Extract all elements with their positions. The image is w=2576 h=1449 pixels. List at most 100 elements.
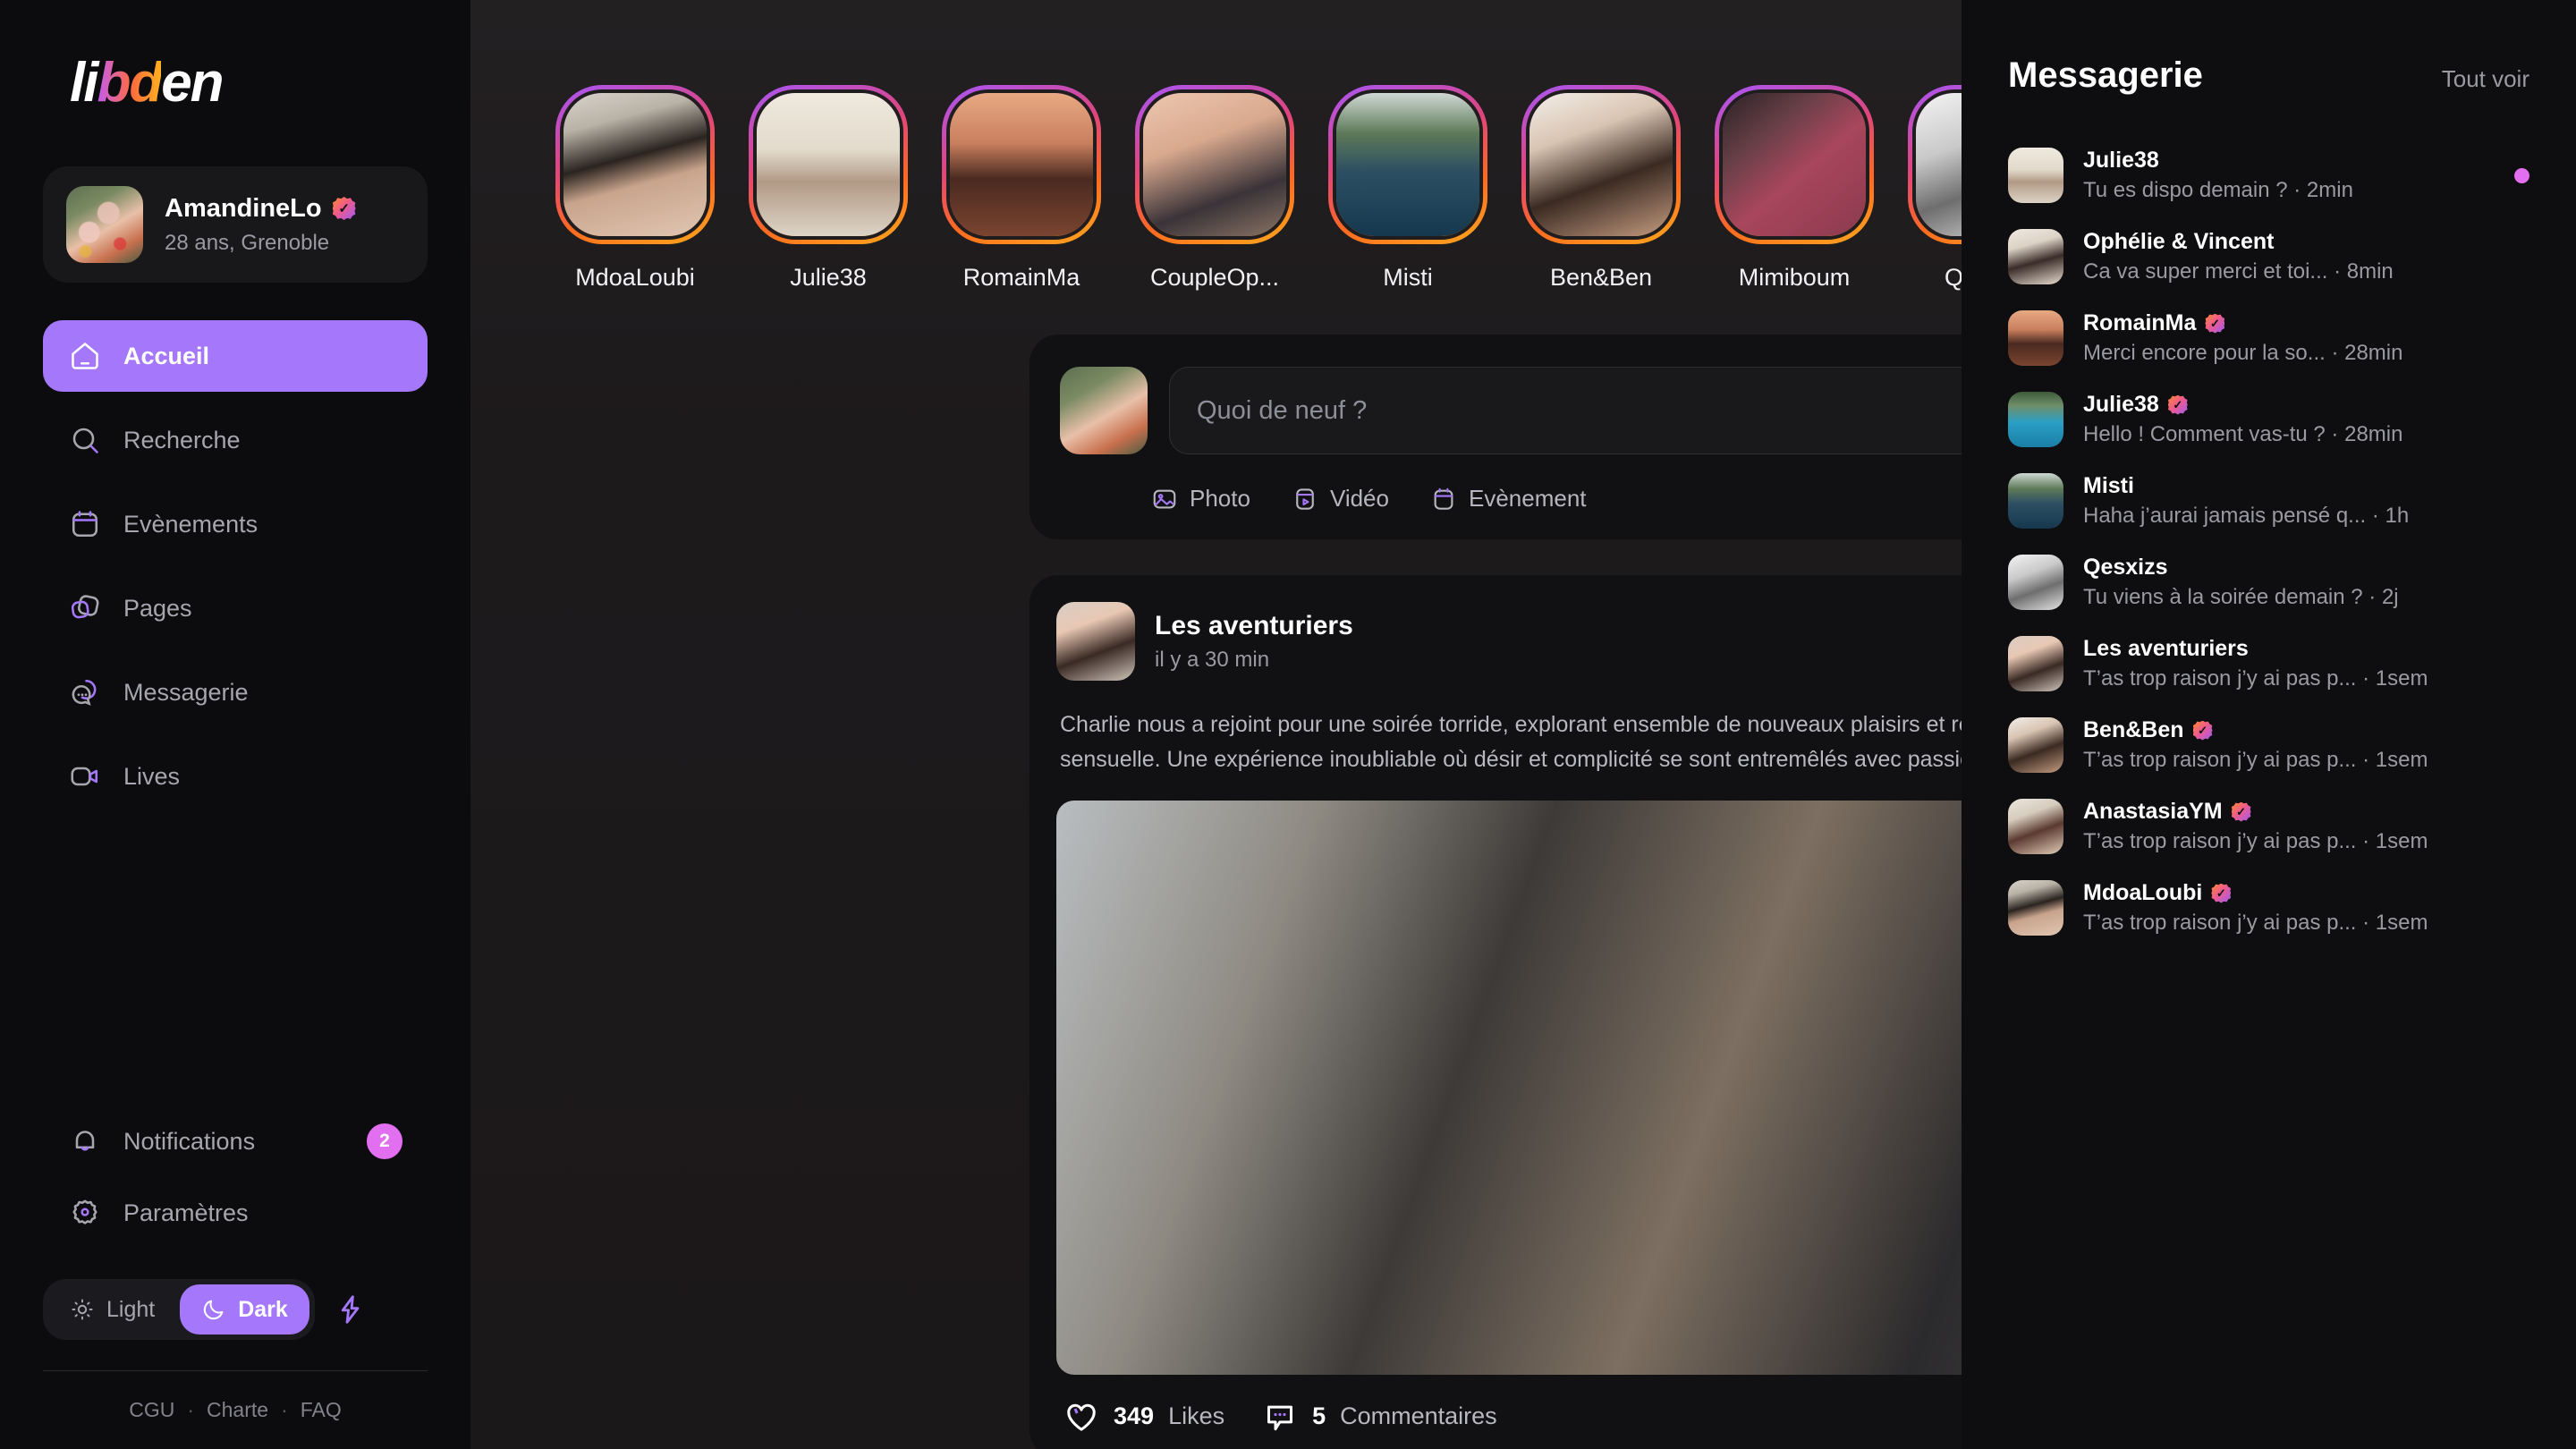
- sidebar-item-label: Pages: [123, 594, 192, 622]
- sidebar-item-parametres[interactable]: Paramètres: [43, 1177, 428, 1249]
- composer-input[interactable]: [1169, 367, 1962, 454]
- video-icon: [1296, 487, 1314, 510]
- comment-button[interactable]: 5 Commentaires: [1262, 1399, 1497, 1435]
- list-item[interactable]: Qesxizs Tu viens à la soirée demain ? · …: [2008, 547, 2529, 617]
- calendar-icon: [1434, 487, 1453, 510]
- list-item[interactable]: RomainMa ✓ Merci encore pour la so... · …: [2008, 303, 2529, 373]
- theme-toggle-group: Light Dark: [43, 1279, 315, 1340]
- composer-action-label: Vidéo: [1329, 485, 1389, 512]
- theme-option-dark[interactable]: Dark: [180, 1284, 309, 1335]
- list-item[interactable]: Ophélie & Vincent Ca va super merci et t…: [2008, 222, 2529, 292]
- sidebar-item-evenements[interactable]: Evènements: [43, 488, 428, 560]
- story-name: Julie38: [790, 264, 867, 291]
- logo-part-2: bd: [97, 52, 163, 114]
- story-item[interactable]: Ben&Ben: [1521, 85, 1681, 292]
- story-item[interactable]: Julie38: [749, 85, 908, 292]
- messaging-title: Messagerie: [2008, 55, 2203, 95]
- sidebar-item-messagerie[interactable]: Messagerie: [43, 657, 428, 728]
- theme-dark-label: Dark: [238, 1296, 288, 1322]
- story-ring: [1715, 85, 1874, 244]
- composer-row: Publier: [1060, 367, 1962, 454]
- post-author-avatar[interactable]: [1056, 602, 1135, 681]
- story-item[interactable]: Qesxizs: [1908, 85, 1962, 292]
- conversation-name: AnastasiaYM: [2083, 799, 2223, 824]
- sidebar-item-lives[interactable]: Lives: [43, 741, 428, 812]
- list-item[interactable]: Julie38 Tu es dispo demain ? · 2min: [2008, 140, 2529, 210]
- sidebar-item-notifications[interactable]: Notifications 2: [43, 1106, 428, 1177]
- sidebar-item-pages[interactable]: Pages: [43, 572, 428, 644]
- sidebar-item-label: Paramètres: [123, 1199, 249, 1226]
- like-button[interactable]: 349 Likes: [1063, 1399, 1224, 1435]
- main-navigation: Accueil Recherche Evènements Pages Messa…: [43, 320, 428, 812]
- list-item[interactable]: Misti Haha j’aurai jamais pensé q... · 1…: [2008, 466, 2529, 536]
- composer-action-evenement[interactable]: Evènement: [1430, 485, 1587, 513]
- story-item[interactable]: MdoaLoubi: [555, 85, 715, 292]
- verified-badge-icon: ✓: [2205, 313, 2225, 334]
- story-name: Ben&Ben: [1549, 264, 1653, 291]
- composer-action-photo[interactable]: Photo: [1151, 485, 1250, 513]
- unread-indicator: [2514, 167, 2529, 183]
- theme-option-light[interactable]: Light: [48, 1284, 176, 1335]
- story-item[interactable]: Misti: [1328, 85, 1487, 292]
- feed-post: Les aventuriers il y a 30 min ••• Charli…: [1030, 575, 1962, 1449]
- story-ring: [1521, 85, 1681, 244]
- story-name: MdoaLoubi: [575, 264, 695, 291]
- theme-light-label: Light: [106, 1296, 156, 1322]
- footer-separator: ·: [281, 1398, 288, 1421]
- sun-icon: [72, 1299, 93, 1320]
- verified-badge-icon: ✓: [2231, 801, 2251, 822]
- lightning-icon[interactable]: [331, 1290, 370, 1329]
- post-image[interactable]: [1056, 800, 1962, 1375]
- video-icon: [68, 759, 102, 793]
- profile-card[interactable]: AmandineLo ✓ 28 ans, Grenoble: [43, 166, 428, 283]
- verified-badge-icon: ✓: [2192, 720, 2213, 741]
- profile-text: AmandineLo ✓ 28 ans, Grenoble: [165, 194, 356, 256]
- story-ring: [555, 85, 715, 244]
- app-logo[interactable]: li bd en: [70, 52, 428, 114]
- story-item[interactable]: CoupleOp...: [1135, 85, 1294, 292]
- conversation-name: Ophélie & Vincent: [2083, 229, 2275, 254]
- list-item[interactable]: Julie38 ✓ Hello ! Comment vas-tu ? · 28m…: [2008, 385, 2529, 454]
- conversation-preview: Hello ! Comment vas-tu ? · 28min: [2083, 422, 2403, 446]
- list-item[interactable]: Ben&Ben ✓ T’as trop raison j’y ai pas p.…: [2008, 710, 2529, 780]
- profile-name: AmandineLo: [165, 193, 322, 223]
- conversation-name: RomainMa: [2083, 310, 2197, 335]
- post-author-name[interactable]: Les aventuriers: [1155, 611, 1962, 641]
- messaging-panel: Messagerie Tout voir Julie38 Tu es dispo…: [1962, 0, 2576, 1449]
- footer-link-cgu[interactable]: CGU: [129, 1398, 174, 1422]
- sidebar-item-recherche[interactable]: Recherche: [43, 404, 428, 476]
- stories-carousel: MdoaLoubi Julie38 RomainMa CoupleOp... M…: [470, 0, 1962, 292]
- conversation-preview: Merci encore pour la so... · 28min: [2083, 341, 2403, 365]
- comments-label: Commentaires: [1340, 1402, 1497, 1429]
- main-content: MdoaLoubi Julie38 RomainMa CoupleOp... M…: [470, 0, 1962, 1449]
- home-icon: [68, 339, 102, 373]
- sidebar-bottom: Notifications 2 Paramètres Light Dark CG…: [43, 1034, 428, 1449]
- list-item[interactable]: MdoaLoubi ✓ T’as trop raison j’y ai pas …: [2008, 873, 2529, 943]
- bell-icon: [68, 1124, 102, 1158]
- story-name: Mimiboum: [1738, 264, 1851, 291]
- story-item[interactable]: RomainMa: [942, 85, 1101, 292]
- conversation-name: Qesxizs: [2083, 555, 2168, 580]
- footer-link-charte[interactable]: Charte: [207, 1398, 268, 1422]
- story-item[interactable]: Mimiboum: [1715, 85, 1874, 292]
- app-root: li bd en AmandineLo ✓ 28 ans, Grenoble Acc…: [0, 0, 2576, 1449]
- sidebar-item-accueil[interactable]: Accueil: [43, 320, 428, 392]
- conversation-name: Les aventuriers: [2083, 636, 2249, 661]
- sidebar-item-label: Accueil: [123, 342, 210, 369]
- footer-link-faq[interactable]: FAQ: [301, 1398, 342, 1422]
- list-item[interactable]: AnastasiaYM ✓ T’as trop raison j’y ai pa…: [2008, 792, 2529, 861]
- verified-badge-icon: ✓: [332, 197, 356, 220]
- avatar: [2008, 799, 2063, 854]
- story-thumbnail: [1530, 93, 1673, 236]
- sidebar-footer-links: CGU · Charte · FAQ: [43, 1398, 428, 1422]
- logo-part-3: en: [161, 52, 224, 114]
- search-icon: [68, 423, 102, 457]
- list-item[interactable]: Les aventuriers T’as trop raison j’y ai …: [2008, 629, 2529, 699]
- post-header: Les aventuriers il y a 30 min •••: [1056, 602, 1962, 681]
- see-all-link[interactable]: Tout voir: [2442, 65, 2529, 93]
- composer-action-video[interactable]: Vidéo: [1292, 485, 1389, 513]
- avatar: [2008, 880, 2063, 936]
- moon-icon: [204, 1300, 224, 1320]
- story-thumbnail: [564, 93, 707, 236]
- composer-action-label: Photo: [1190, 485, 1250, 512]
